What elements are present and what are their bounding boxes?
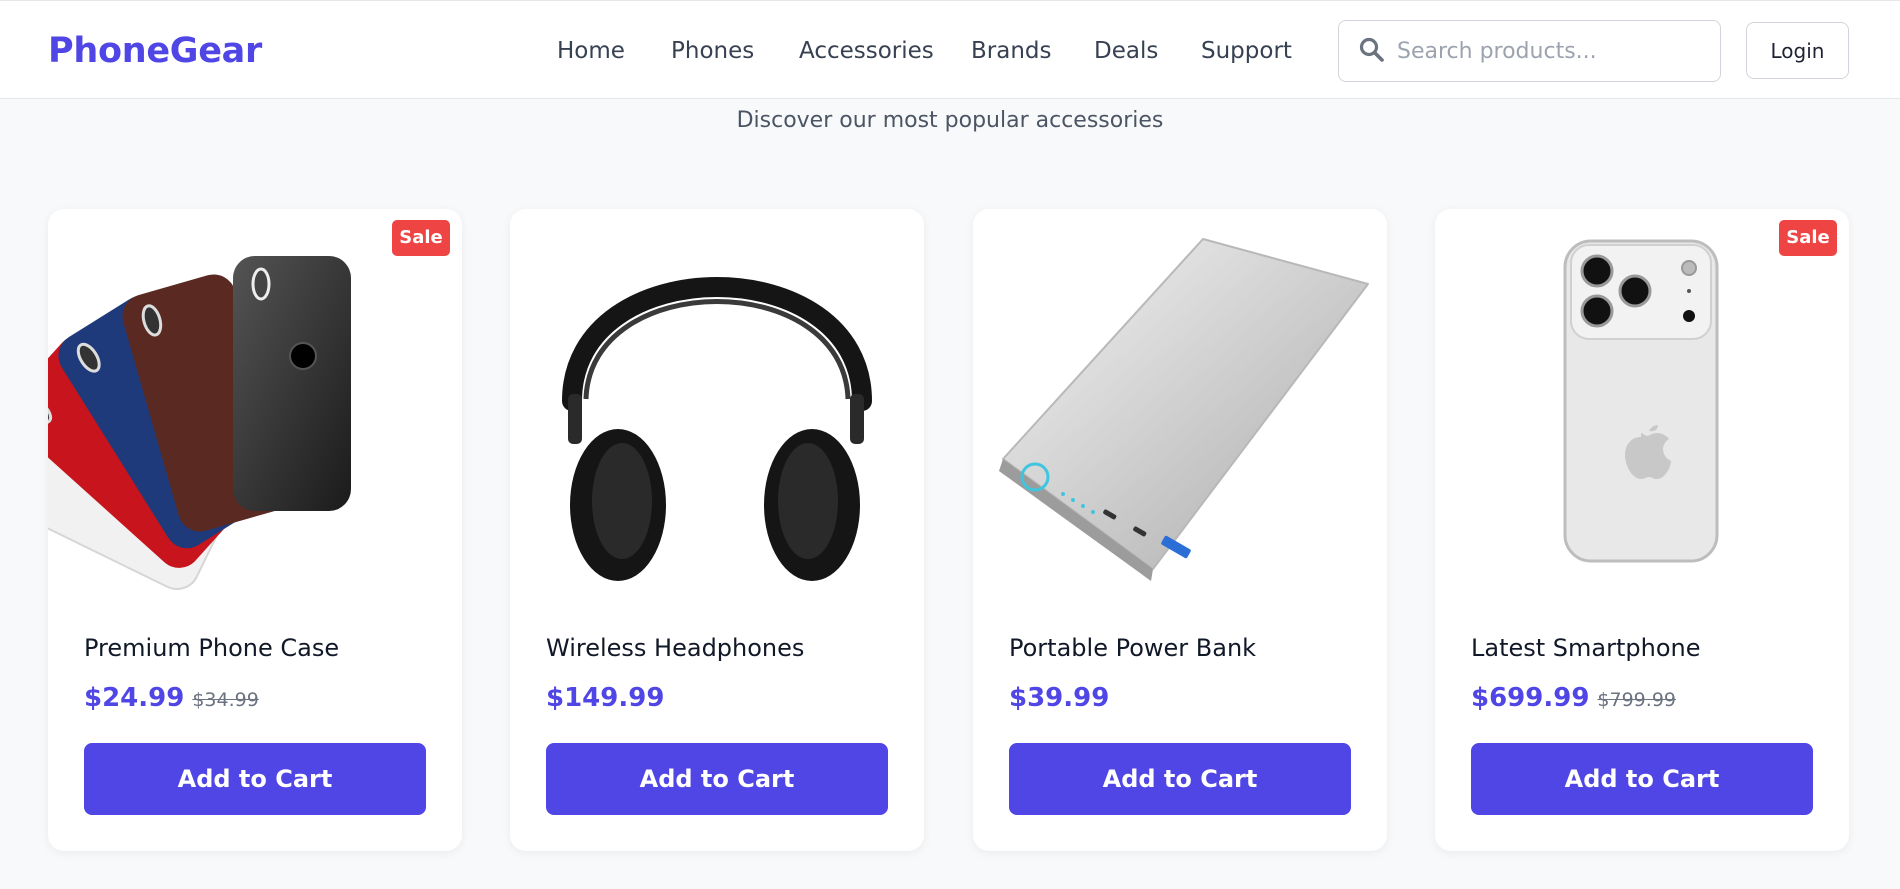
nav-deals[interactable]: Deals [1094, 38, 1158, 64]
add-to-cart-button[interactable]: Add to Cart [1009, 743, 1351, 815]
product-card: Portable Power Bank $39.99 Add to Cart [973, 209, 1387, 851]
product-price: $24.99 [84, 683, 185, 713]
product-name[interactable]: Premium Phone Case [84, 634, 339, 662]
product-image-phone-case[interactable]: Sale [48, 209, 462, 609]
nav-support[interactable]: Support [1201, 38, 1292, 64]
add-to-cart-button[interactable]: Add to Cart [546, 743, 888, 815]
price-row: $699.99 $799.99 [1471, 683, 1676, 713]
product-price: $149.99 [546, 683, 665, 713]
product-card: Sale Premium Phone Case $24.99 $34.99 Add… [48, 209, 462, 851]
nav-phones[interactable]: Phones [671, 38, 754, 64]
product-name[interactable]: Wireless Headphones [546, 634, 804, 662]
sale-badge: Sale [392, 220, 450, 256]
section-subtitle: Discover our most popular accessories [736, 108, 1164, 133]
sale-badge: Sale [1779, 220, 1837, 256]
search-input[interactable] [1397, 23, 1712, 79]
nav-brands[interactable]: Brands [971, 38, 1052, 64]
price-row: $149.99 [546, 683, 664, 713]
site-header: PhoneGear Home Phones Accessories Brands… [0, 0, 1900, 99]
price-row: $39.99 [1009, 683, 1109, 713]
add-to-cart-button[interactable]: Add to Cart [84, 743, 426, 815]
nav-accessories[interactable]: Accessories [799, 38, 934, 64]
product-price: $39.99 [1009, 683, 1110, 713]
nav-home[interactable]: Home [557, 38, 625, 64]
search-box [1338, 20, 1721, 82]
search-icon[interactable] [1357, 35, 1387, 65]
product-price: $699.99 [1471, 683, 1590, 713]
product-image-headphones[interactable] [510, 209, 924, 609]
product-card: Wireless Headphones $149.99 Add to Cart [510, 209, 924, 851]
original-price: $799.99 [1597, 689, 1676, 711]
original-price: $34.99 [192, 689, 259, 711]
product-image-smartphone[interactable]: Sale [1435, 209, 1849, 609]
price-row: $24.99 $34.99 [84, 683, 259, 713]
product-card: Sale Latest Smartphone $699.99 $799.99 Ad… [1435, 209, 1849, 851]
login-button[interactable]: Login [1746, 22, 1849, 79]
product-image-power-bank[interactable] [973, 209, 1387, 609]
product-name[interactable]: Latest Smartphone [1471, 634, 1701, 662]
product-name[interactable]: Portable Power Bank [1009, 634, 1256, 662]
add-to-cart-button[interactable]: Add to Cart [1471, 743, 1813, 815]
